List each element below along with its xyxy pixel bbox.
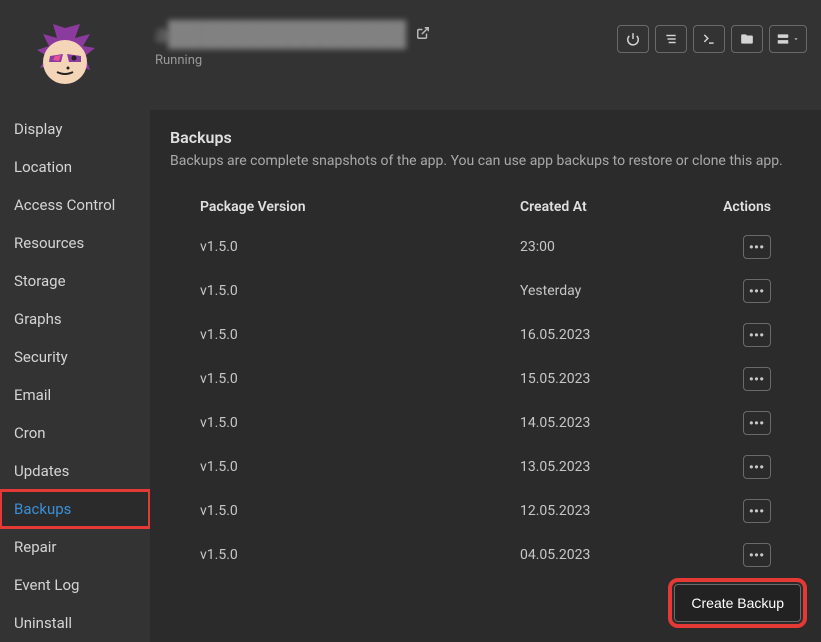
sidebar-item-resources[interactable]: Resources [0, 224, 150, 262]
table-header: Package Version Created At Actions [170, 189, 801, 225]
sidebar-item-email[interactable]: Email [0, 376, 150, 414]
cell-created: 04.05.2023 [520, 547, 711, 563]
files-button[interactable] [731, 25, 763, 53]
sidebar-item-label: Storage [14, 272, 66, 290]
cell-version: v1.5.0 [200, 547, 520, 563]
sidebar-item-label: Repair [14, 538, 57, 556]
sidebar-item-graphs[interactable]: Graphs [0, 300, 150, 338]
app-status: Running [155, 53, 617, 68]
cell-version: v1.5.0 [200, 415, 520, 431]
sidebar-item-label: Access Control [14, 196, 115, 214]
sidebar-item-label: Location [14, 158, 72, 176]
sidebar-item-cron[interactable]: Cron [0, 414, 150, 452]
sidebar-item-access-control[interactable]: Access Control [0, 186, 150, 224]
column-header-version: Package Version [200, 199, 520, 215]
cell-created: 23:00 [520, 239, 711, 255]
cell-version: v1.5.0 [200, 371, 520, 387]
row-actions-button[interactable]: ••• [743, 279, 771, 303]
sidebar-item-storage[interactable]: Storage [0, 262, 150, 300]
table-row: v1.5.0 23:00 ••• [170, 225, 801, 269]
table-row: v1.5.0 13.05.2023 ••• [170, 445, 801, 489]
cell-version: v1.5.0 [200, 239, 520, 255]
sidebar-item-label: Uninstall [14, 614, 72, 632]
terminal-button[interactable] [693, 25, 725, 53]
create-backup-button[interactable]: Create Backup [674, 584, 801, 622]
sidebar-item-backups[interactable]: Backups [0, 490, 150, 528]
sidebar-item-label: Event Log [14, 576, 79, 594]
section-title: Backups [170, 128, 801, 147]
cell-version: v1.5.0 [200, 327, 520, 343]
table-row: v1.5.0 15.05.2023 ••• [170, 357, 801, 401]
row-actions-button[interactable]: ••• [743, 411, 771, 435]
sidebar-item-repair[interactable]: Repair [0, 528, 150, 566]
cell-created: Yesterday [520, 283, 711, 299]
sidebar-item-label: Resources [14, 234, 84, 252]
sidebar-item-security[interactable]: Security [0, 338, 150, 376]
section-description: Backups are complete snapshots of the ap… [170, 153, 801, 169]
sidebar-item-label: Graphs [14, 310, 62, 328]
sidebar-item-display[interactable]: Display [0, 110, 150, 148]
row-actions-button[interactable]: ••• [743, 323, 771, 347]
cell-created: 12.05.2023 [520, 503, 711, 519]
logs-button[interactable] [655, 25, 687, 53]
storage-dropdown-button[interactable] [769, 25, 807, 53]
row-actions-button[interactable]: ••• [743, 455, 771, 479]
cell-created: 15.05.2023 [520, 371, 711, 387]
sidebar-item-updates[interactable]: Updates [0, 452, 150, 490]
external-link-icon[interactable] [416, 26, 430, 44]
sidebar-item-label: Security [14, 348, 68, 366]
sidebar: Display Location Access Control Resource… [0, 110, 150, 642]
sidebar-item-location[interactable]: Location [0, 148, 150, 186]
power-button[interactable] [617, 25, 649, 53]
sidebar-item-label: Updates [14, 462, 69, 480]
table-row: v1.5.0 04.05.2023 ••• [170, 533, 801, 577]
column-header-actions: Actions [711, 199, 771, 215]
cell-version: v1.5.0 [200, 283, 520, 299]
app-avatar [25, 20, 105, 100]
table-row: v1.5.0 16.05.2023 ••• [170, 313, 801, 357]
table-row: v1.5.0 12.05.2023 ••• [170, 489, 801, 533]
sidebar-item-label: Display [14, 120, 62, 138]
cell-created: 16.05.2023 [520, 327, 711, 343]
sidebar-item-label: Cron [14, 424, 46, 442]
row-actions-button[interactable]: ••• [743, 235, 771, 259]
sidebar-item-uninstall[interactable]: Uninstall [0, 604, 150, 642]
row-actions-button[interactable]: ••• [743, 499, 771, 523]
table-row: v1.5.0 Yesterday ••• [170, 269, 801, 313]
table-row: v1.5.0 14.05.2023 ••• [170, 401, 801, 445]
row-actions-button[interactable]: ••• [743, 367, 771, 391]
sidebar-item-event-log[interactable]: Event Log [0, 566, 150, 604]
cell-version: v1.5.0 [200, 459, 520, 475]
row-actions-button[interactable]: ••• [743, 543, 771, 567]
cell-created: 13.05.2023 [520, 459, 711, 475]
sidebar-item-label: Email [14, 386, 51, 404]
cell-version: v1.5.0 [200, 503, 520, 519]
sidebar-item-label: Backups [14, 500, 71, 518]
column-header-created: Created At [520, 199, 711, 215]
cell-created: 14.05.2023 [520, 415, 711, 431]
app-title: a██████████████ [155, 20, 617, 49]
